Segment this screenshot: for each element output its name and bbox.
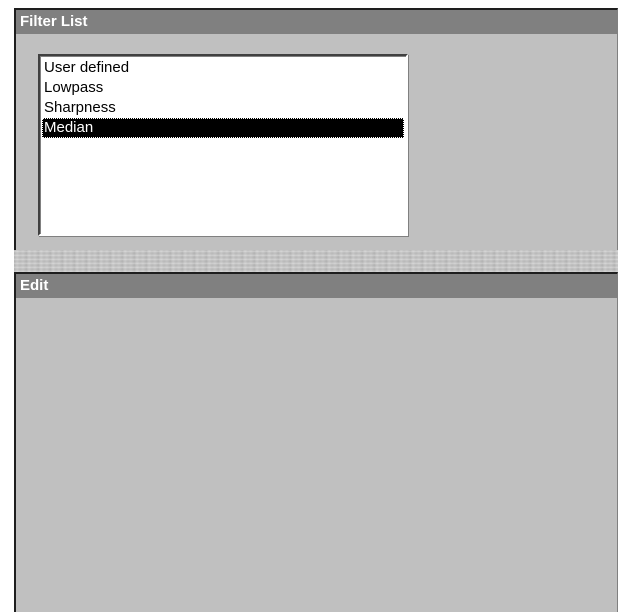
- filter-list-panel: Filter List User defined Lowpass Sharpne…: [14, 8, 618, 250]
- edit-panel: Edit: [14, 272, 618, 612]
- panel-splitter[interactable]: [14, 250, 618, 272]
- list-item-median[interactable]: Median: [42, 118, 404, 138]
- filter-editor-window: Filter List User defined Lowpass Sharpne…: [0, 0, 622, 612]
- list-item-lowpass[interactable]: Lowpass: [42, 78, 404, 98]
- filter-listbox[interactable]: User defined Lowpass Sharpness Median: [38, 54, 408, 236]
- edit-title: Edit: [16, 274, 617, 298]
- list-item-user-defined[interactable]: User defined: [42, 58, 404, 78]
- filter-list-title: Filter List: [16, 10, 617, 34]
- list-item-sharpness[interactable]: Sharpness: [42, 98, 404, 118]
